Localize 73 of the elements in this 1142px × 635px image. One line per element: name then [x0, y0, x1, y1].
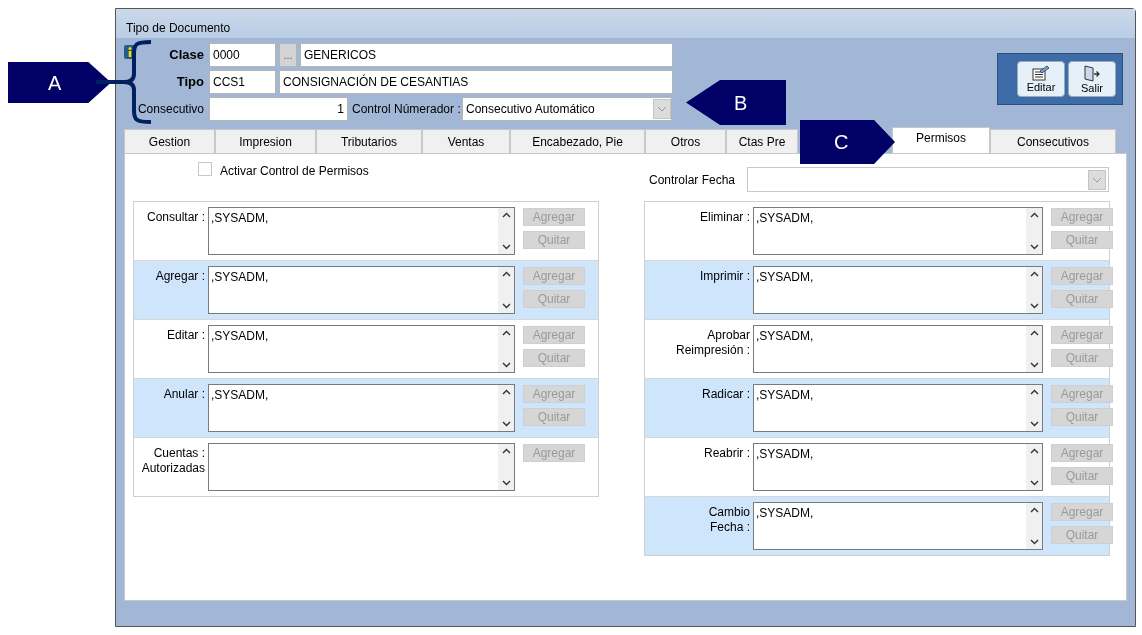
tab[interactable]: Permisos: [892, 127, 990, 153]
chevron-down-icon[interactable]: [501, 421, 511, 427]
chevron-down-icon[interactable]: [501, 362, 511, 368]
permission-field[interactable]: ,SYSADM,: [208, 207, 515, 255]
permission-field[interactable]: ,SYSADM,: [753, 443, 1043, 491]
tab[interactable]: Consecutivos: [990, 129, 1116, 153]
chevron-down-icon[interactable]: [1029, 539, 1039, 545]
tab[interactable]: Gestion: [124, 129, 215, 153]
controlar-fecha-label: Controlar Fecha: [649, 172, 737, 189]
chevron-down-icon[interactable]: [501, 480, 511, 486]
permission-label: Imprimir :: [700, 269, 750, 284]
clase-label: Clase: [168, 46, 205, 65]
checkbox-label: Activar Control de Permisos: [220, 163, 369, 180]
chevron-up-icon[interactable]: [1029, 271, 1039, 277]
chevron-up-icon[interactable]: [1029, 330, 1039, 336]
tab[interactable]: Ventas: [422, 129, 510, 153]
tab[interactable]: Tributarios: [316, 129, 422, 153]
window-title: Tipo de Documento: [126, 19, 231, 37]
chevron-up-icon[interactable]: [1029, 448, 1039, 454]
permission-label: Agregar :: [155, 269, 205, 284]
control-numerador-label: Control Númerador :: [352, 101, 462, 118]
chevron-up-icon[interactable]: [1029, 507, 1039, 513]
chevron-down-icon[interactable]: [1029, 480, 1039, 486]
permission-field[interactable]: ,SYSADM,: [208, 325, 515, 373]
toolbar-button[interactable]: Salir: [1068, 61, 1116, 97]
checkbox[interactable]: [198, 162, 212, 176]
chevron-down-icon[interactable]: [501, 303, 511, 309]
consecutivo-label: Consecutivo: [136, 101, 205, 118]
permission-label: Eliminar :: [700, 210, 750, 225]
permission-label: Editar :: [167, 328, 205, 343]
tipo-label: Tipo: [175, 73, 205, 92]
permission-label: Anular :: [163, 387, 205, 402]
toolbar-button[interactable]: Editar: [1017, 61, 1065, 97]
tab[interactable]: Ctas Pre: [726, 129, 798, 153]
chevron-up-icon[interactable]: [501, 448, 511, 454]
door-exit-icon: [1083, 64, 1101, 82]
permission-field[interactable]: [208, 443, 515, 491]
consecutivo-field[interactable]: 1: [209, 97, 348, 121]
chevron-up-icon[interactable]: [1029, 389, 1039, 395]
clase-code-field[interactable]: 0000: [209, 43, 276, 67]
permission-field[interactable]: ,SYSADM,: [753, 384, 1043, 432]
permission-label: Reabrir :: [704, 446, 750, 461]
permission-field[interactable]: ,SYSADM,: [753, 502, 1043, 550]
control-numerador-select[interactable]: Consecutivo Automático: [462, 97, 672, 121]
chevron-up-icon[interactable]: [501, 389, 511, 395]
permission-field[interactable]: ,SYSADM,: [208, 266, 515, 314]
tab[interactable]: Impresion: [215, 129, 316, 153]
chevron-down-icon[interactable]: [1029, 362, 1039, 368]
chevron-up-icon[interactable]: [1029, 212, 1039, 218]
browse-button[interactable]: ...: [279, 43, 297, 67]
tipo-name-field[interactable]: CONSIGNACIÓN DE CESANTIAS: [279, 70, 673, 94]
permission-field[interactable]: ,SYSADM,: [208, 384, 515, 432]
chevron-down-icon[interactable]: [1029, 303, 1039, 309]
permission-label: Cuentas : Autorizadas: [141, 446, 205, 476]
permission-label: Consultar :: [146, 210, 205, 225]
permission-field[interactable]: ,SYSADM,: [753, 325, 1043, 373]
clase-name-field[interactable]: GENERICOS: [300, 43, 673, 67]
permission-label: Aprobar Reimpresión :: [675, 328, 750, 358]
chevron-down-icon[interactable]: [1029, 244, 1039, 250]
permission-field[interactable]: ,SYSADM,: [753, 266, 1043, 314]
permission-label: Cambio Fecha :: [708, 505, 750, 535]
chevron-up-icon[interactable]: [501, 212, 511, 218]
tab[interactable]: Encabezado, Pie: [510, 129, 645, 153]
permission-field[interactable]: ,SYSADM,: [753, 207, 1043, 255]
tipo-code-field[interactable]: CCS1: [209, 70, 276, 94]
chevron-down-icon[interactable]: [501, 244, 511, 250]
chevron-up-icon[interactable]: [501, 271, 511, 277]
tab[interactable]: Otros: [645, 129, 726, 153]
permission-label: Radicar :: [701, 387, 750, 402]
callout-label: A: [8, 62, 111, 103]
edit-document-icon: [1032, 65, 1050, 81]
chevron-down-icon[interactable]: [1029, 421, 1039, 427]
chevron-up-icon[interactable]: [501, 330, 511, 336]
